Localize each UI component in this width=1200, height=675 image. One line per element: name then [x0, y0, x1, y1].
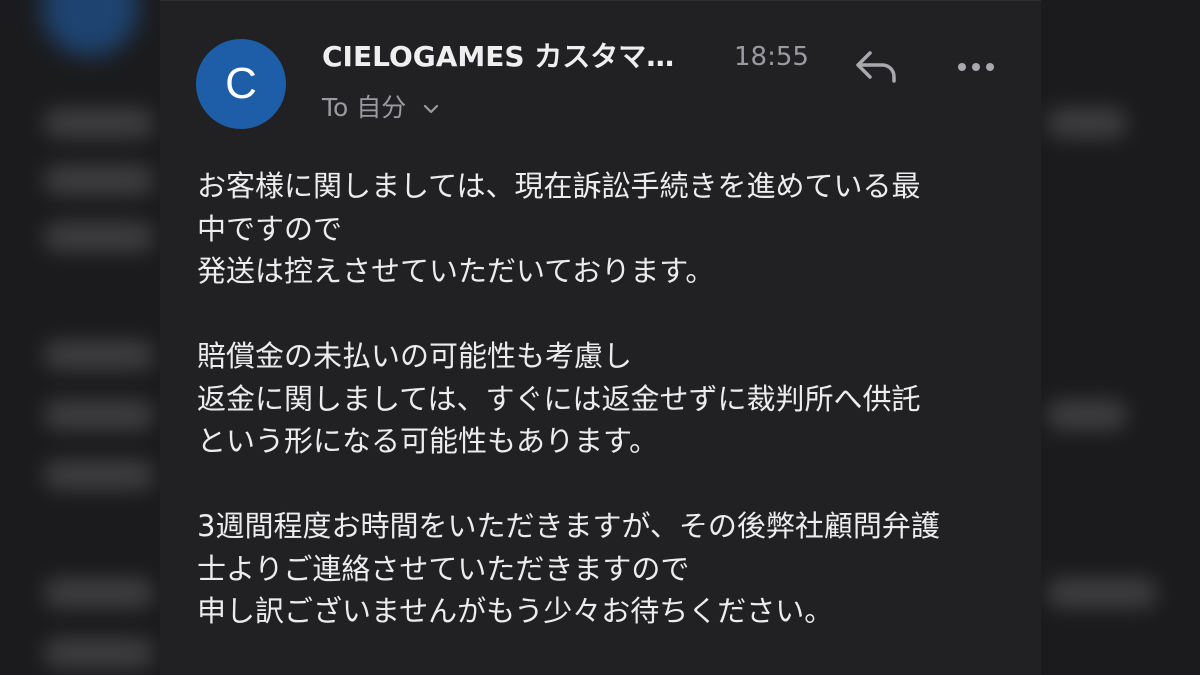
- blurred-text: [44, 460, 154, 490]
- sender-avatar[interactable]: C: [196, 39, 286, 129]
- screen: C CIELOGAMES カスタマ… 18:55 To 自分 お客様に関しまして…: [0, 0, 1200, 675]
- body-line: 申し訳ございませんがもう少々お待ちください。: [197, 594, 834, 628]
- message-time: 18:55: [734, 42, 809, 72]
- blurred-text: [44, 400, 154, 430]
- body-line: 3週間程度お時間をいただきますが、その後弊社顧問弁護: [197, 509, 940, 543]
- more-options-button[interactable]: [952, 49, 1000, 85]
- blurred-avatar: [42, 0, 138, 56]
- blurred-text: [44, 578, 154, 608]
- blurred-text: [44, 108, 154, 138]
- body-line: 中ですので: [197, 211, 343, 246]
- body-line: お客様に関しましては、現在訴訟手続きを進めている最: [197, 169, 921, 203]
- blurred-text: [1047, 578, 1157, 608]
- message-body: お客様に関しましては、現在訴訟手続きを進めている最 中ですので 発送は控えさせて…: [197, 165, 1017, 633]
- blurred-background-right: [1041, 0, 1200, 675]
- reply-button[interactable]: [852, 43, 900, 87]
- recipient-prefix: To: [322, 93, 349, 122]
- email-message-card: C CIELOGAMES カスタマ… 18:55 To 自分 お客様に関しまして…: [160, 0, 1041, 675]
- blurred-text: [44, 340, 154, 370]
- blurred-text: [44, 165, 154, 195]
- more-icon: [958, 63, 994, 71]
- body-line: 賠償金の未払いの可能性も考慮し: [197, 339, 633, 373]
- reply-icon: [856, 51, 896, 83]
- body-line: 士よりご連絡させていただきますので: [197, 551, 690, 586]
- body-line: 発送は控えさせていただいております。: [197, 254, 715, 288]
- blurred-text: [1047, 400, 1127, 430]
- recipient-toggle[interactable]: To 自分: [322, 91, 440, 125]
- chevron-down-icon: [424, 104, 439, 114]
- body-line: 返金に関しましては、すぐには返金せずに裁判所へ供託: [197, 381, 921, 416]
- body-line: という形になる可能性もあります。: [197, 424, 659, 458]
- blurred-text: [44, 638, 154, 668]
- blurred-background-left: [0, 0, 160, 675]
- blurred-text: [44, 222, 154, 252]
- recipient-name: 自分: [356, 93, 407, 122]
- blurred-text: [1047, 108, 1127, 138]
- sender-name[interactable]: CIELOGAMES カスタマ…: [322, 39, 722, 75]
